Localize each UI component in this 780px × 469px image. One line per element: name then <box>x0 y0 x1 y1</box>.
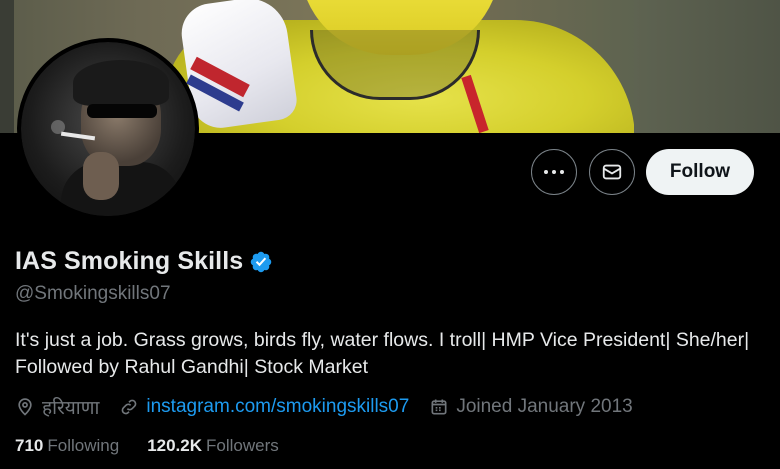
website-link[interactable]: instagram.com/smokingskills07 <box>146 396 409 418</box>
followers-stat[interactable]: 120.2K Followers <box>147 436 279 456</box>
following-stat[interactable]: 710 Following <box>15 436 119 456</box>
banner-left-edge <box>0 0 14 133</box>
envelope-icon <box>602 164 622 180</box>
profile-bio: It's just a job. Grass grows, birds fly,… <box>15 329 750 378</box>
avatar-sunglasses <box>87 104 157 118</box>
follow-stats: 710 Following 120.2K Followers <box>15 436 307 456</box>
message-button[interactable] <box>589 149 635 195</box>
joined-item: Joined January 2013 <box>429 396 633 418</box>
website-item[interactable]: instagram.com/smokingskills07 <box>119 396 409 418</box>
link-icon <box>122 399 137 415</box>
location-pin-icon <box>18 398 32 416</box>
display-name: IAS Smoking Skills <box>15 247 244 275</box>
joined-date: Joined January 2013 <box>456 396 633 417</box>
followers-count: 120.2K <box>147 436 203 455</box>
display-name-row: IAS Smoking Skills <box>15 247 273 276</box>
following-label: Following <box>47 436 120 455</box>
verified-badge-icon <box>251 251 272 272</box>
avatar-smoke <box>51 120 65 134</box>
avatar-hair <box>73 60 169 106</box>
more-options-button[interactable] <box>531 149 577 195</box>
calendar-icon <box>431 399 447 415</box>
follow-button[interactable]: Follow <box>646 149 754 195</box>
banner-right-edge <box>634 0 780 133</box>
location-item: हरियाणा <box>15 394 99 420</box>
profile-avatar[interactable] <box>17 38 199 220</box>
avatar-body <box>61 162 181 216</box>
location-text: हरियाणा <box>42 398 100 419</box>
avatar-hand <box>83 152 119 200</box>
more-horizontal-icon <box>544 170 564 174</box>
following-count: 710 <box>15 436 44 455</box>
profile-meta-row: हरियाणा instagram.com/smokingskills07 Jo… <box>15 394 653 420</box>
user-handle: @Smokingskills07 <box>15 283 171 304</box>
followers-label: Followers <box>206 436 279 455</box>
